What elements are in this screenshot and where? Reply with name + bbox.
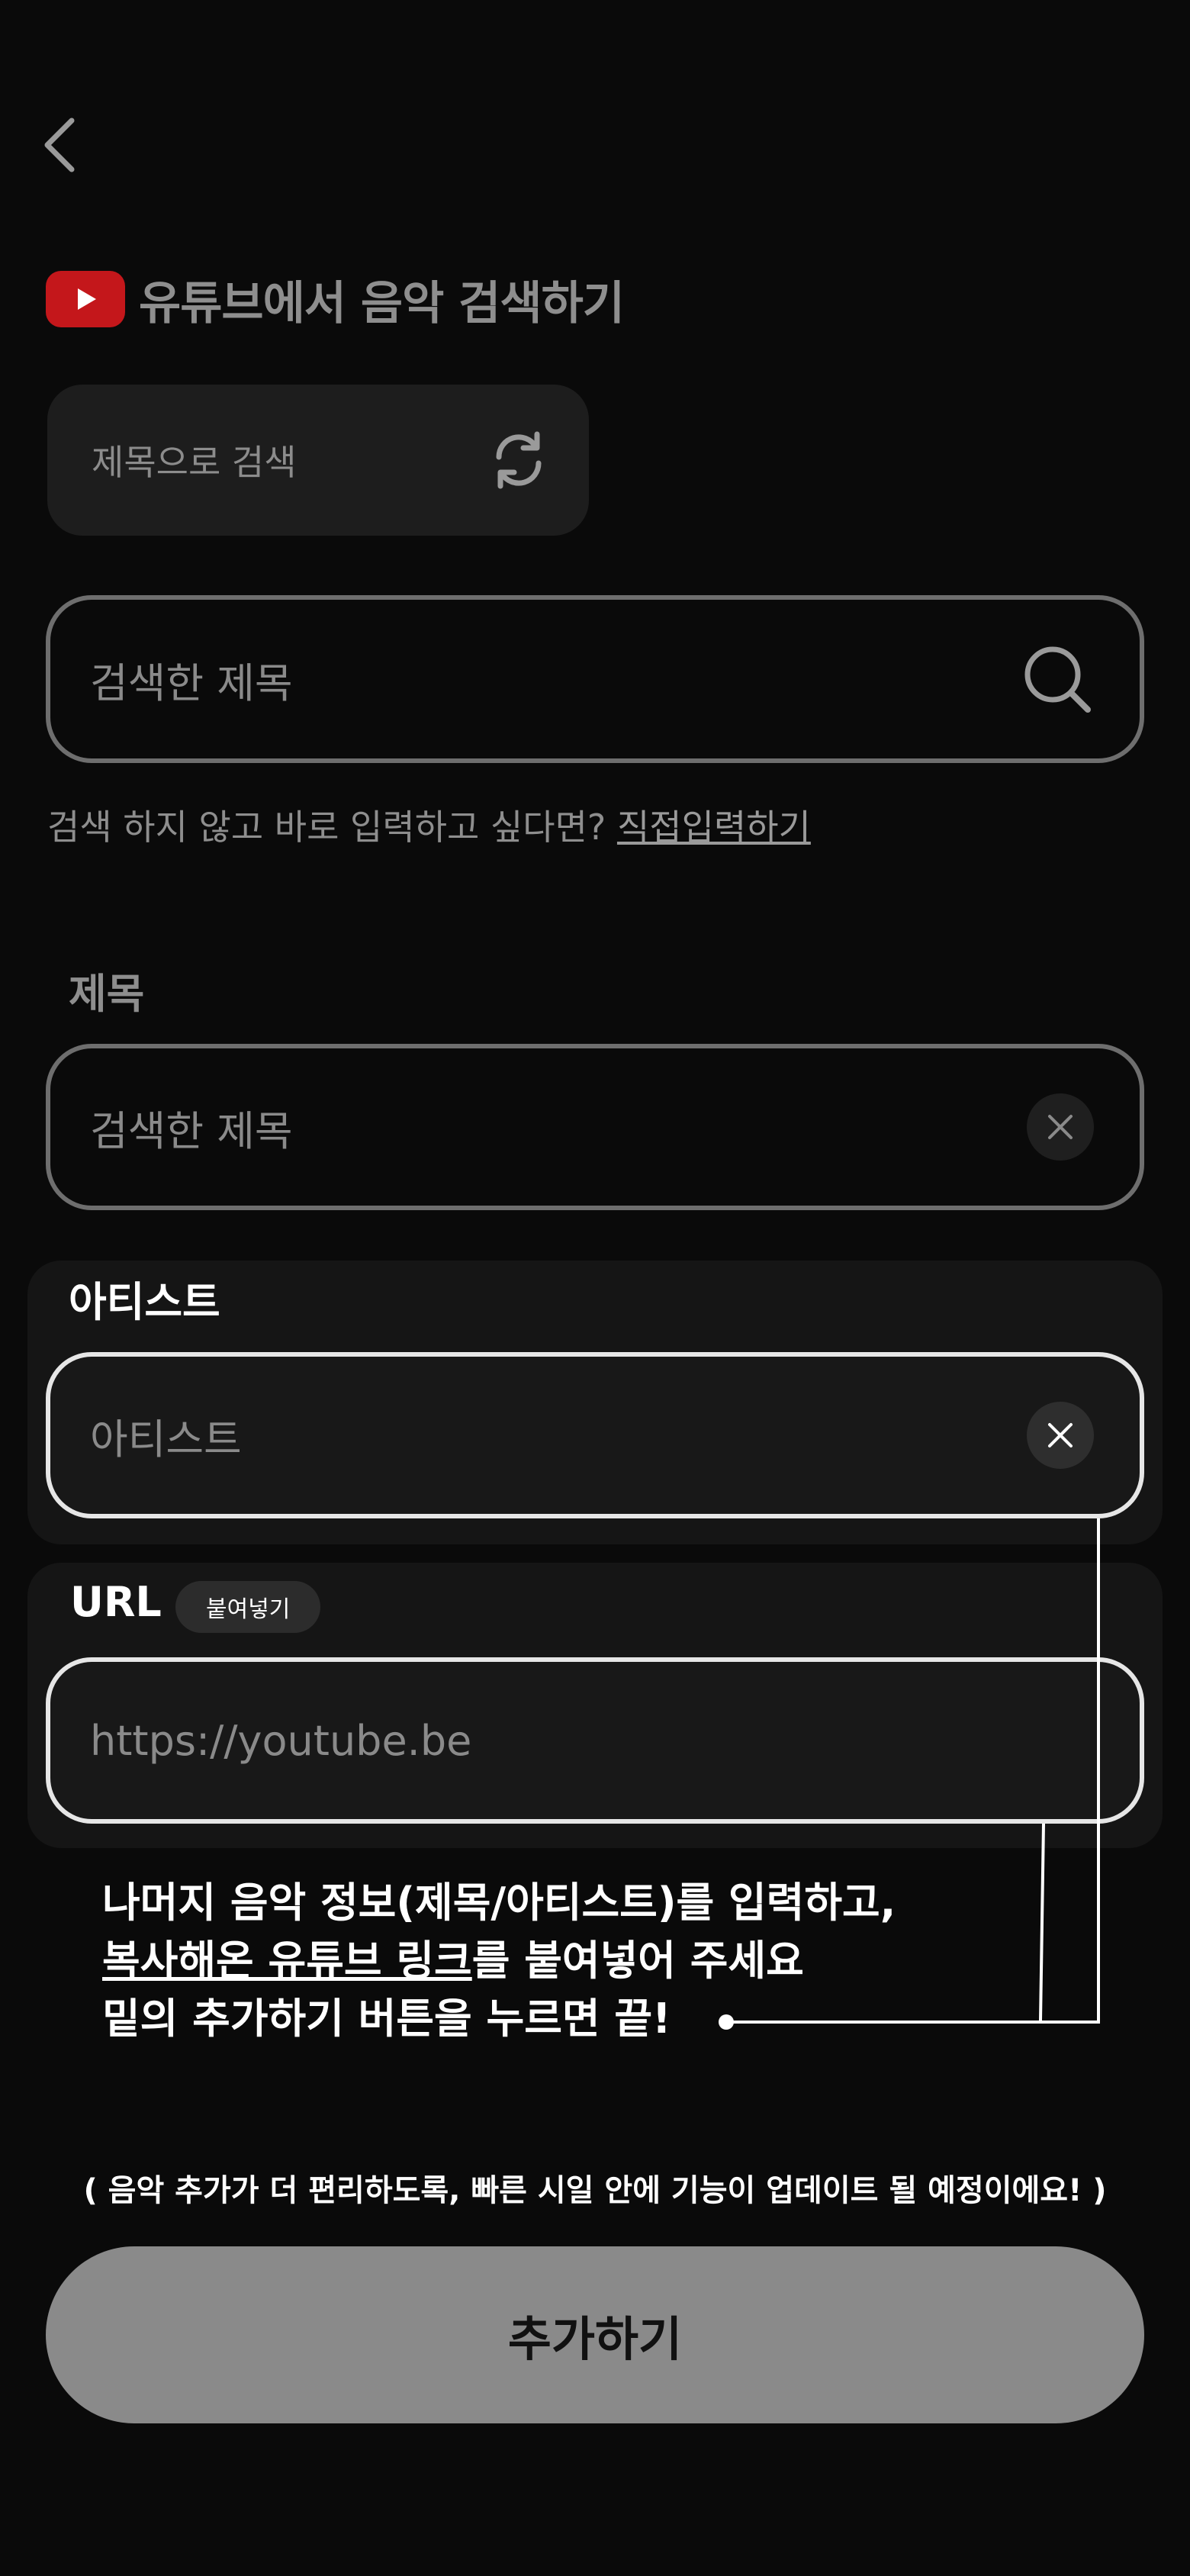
- title-label: 제목: [69, 970, 145, 1018]
- back-button[interactable]: [40, 114, 85, 175]
- artist-clear-button[interactable]: [1027, 1402, 1094, 1469]
- chevron-left-icon: [44, 118, 75, 172]
- add-button[interactable]: 추가하기: [46, 2246, 1144, 2423]
- search-mode-label: 제목으로 검색: [92, 442, 297, 483]
- manual-input-hint: 검색 하지 않고 바로 입력하고 싶다면? 직접입력하기: [47, 800, 811, 850]
- artist-input-placeholder: 아티스트: [90, 1415, 242, 1463]
- instruction-line-2-underlined: 복사해온 유튜브 링크: [102, 1937, 472, 1985]
- search-icon[interactable]: [1021, 642, 1094, 716]
- artist-input[interactable]: 아티스트: [46, 1352, 1144, 1518]
- title-input-placeholder: 검색한 제목: [90, 1106, 293, 1155]
- refresh-icon: [496, 431, 542, 489]
- title-clear-button[interactable]: [1027, 1093, 1094, 1161]
- url-label: URL: [70, 1578, 162, 1626]
- instruction-line-2-rest: 를 붙여넣어 주세요: [471, 1937, 804, 1985]
- search-input-placeholder: 검색한 제목: [90, 658, 293, 707]
- artist-label: 아티스트: [69, 1278, 220, 1326]
- manual-input-link[interactable]: 직접입력하기: [617, 807, 811, 848]
- instructions: 나머지 음악 정보(제목/아티스트)를 입력하고, 복사해온 유튜브 링크를 붙…: [102, 1874, 896, 2048]
- close-icon: [1048, 1115, 1073, 1139]
- instruction-line-3: 밑의 추가하기 버튼을 누르면 끝!: [102, 1995, 671, 2043]
- instruction-line-2: 복사해온 유튜브 링크를 붙여넣어 주세요: [102, 1932, 896, 1990]
- url-input[interactable]: https://youtube.be: [46, 1657, 1144, 1824]
- section-header: 유튜브에서 음악 검색하기: [46, 269, 625, 330]
- paste-button[interactable]: 붙여넣기: [175, 1581, 321, 1633]
- instruction-line-1: 나머지 음악 정보(제목/아티스트)를 입력하고,: [102, 1879, 896, 1927]
- section-title: 유튜브에서 음악 검색하기: [139, 276, 625, 330]
- close-icon: [1048, 1423, 1073, 1447]
- youtube-logo-icon: [46, 271, 125, 327]
- hint-text: 검색 하지 않고 바로 입력하고 싶다면?: [47, 807, 617, 848]
- url-input-placeholder: https://youtube.be: [90, 1716, 472, 1765]
- title-input[interactable]: 검색한 제목: [46, 1044, 1144, 1210]
- update-notice: ( 음악 추가가 더 편리하도록, 빠른 시일 안에 기능이 업데이트 될 예정…: [83, 2173, 1107, 2208]
- search-input[interactable]: 검색한 제목: [46, 595, 1144, 763]
- search-mode-toggle[interactable]: 제목으로 검색: [47, 385, 589, 536]
